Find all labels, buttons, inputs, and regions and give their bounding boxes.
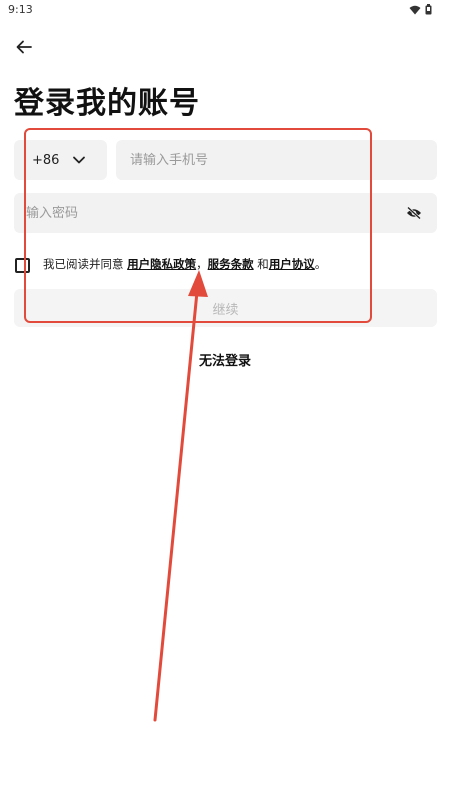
- user-agreement-link[interactable]: 用户协议: [269, 257, 315, 271]
- agreement-prefix: 我已阅读并同意: [43, 257, 128, 271]
- status-time: 9:13: [8, 3, 33, 16]
- arrow-left-icon: [16, 40, 32, 54]
- agreement-and: 和: [253, 257, 269, 271]
- agreement-sep: ，: [196, 257, 208, 271]
- phone-input[interactable]: [116, 140, 437, 180]
- password-input[interactable]: [14, 193, 394, 233]
- terms-of-service-link[interactable]: 服务条款: [208, 257, 254, 271]
- chevron-down-icon: [73, 156, 85, 164]
- country-code-value: +86: [32, 152, 60, 168]
- page-title: 登录我的账号: [14, 86, 200, 121]
- agree-checkbox[interactable]: [15, 258, 30, 273]
- continue-button[interactable]: 继续: [14, 289, 437, 327]
- cant-login-link[interactable]: 无法登录: [0, 350, 450, 369]
- status-bar: 9:13: [0, 0, 450, 22]
- eye-off-icon: [407, 206, 421, 220]
- privacy-policy-link[interactable]: 用户隐私政策: [127, 257, 196, 271]
- wifi-icon: [409, 5, 421, 14]
- battery-icon: [425, 4, 432, 15]
- password-field: [14, 193, 437, 233]
- agreement-end: 。: [314, 257, 327, 271]
- country-code-select[interactable]: +86: [14, 140, 107, 180]
- back-button[interactable]: [12, 36, 36, 58]
- password-visibility-toggle[interactable]: [405, 204, 423, 222]
- agreement-text: 我已阅读并同意 用户隐私政策，服务条款 和用户协议。: [43, 256, 326, 272]
- status-icons: [409, 4, 432, 15]
